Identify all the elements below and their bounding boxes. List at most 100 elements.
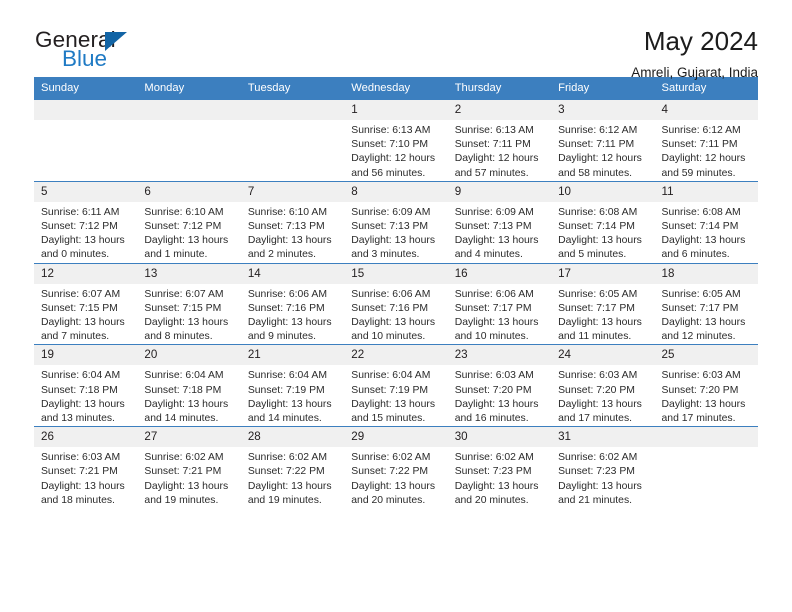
- day-sun-info: Sunrise: 6:06 AM Sunset: 7:17 PM Daylight:…: [448, 284, 551, 345]
- sunset-text: Sunset: 7:17 PM: [454, 302, 532, 314]
- calendar-day-cell[interactable]: 9 Sunrise: 6:09 AM Sunset: 7:13 PM Daylight…: [447, 180, 552, 264]
- calendar-day-cell[interactable]: 22 Sunrise: 6:04 AM Sunset: 7:19 PM Dayligh…: [344, 344, 448, 427]
- day-sun-info: Sunrise: 6:03 AM Sunset: 7:20 PM Daylight:…: [448, 365, 551, 426]
- calendar-day-cell[interactable]: 31 Sunrise: 6:02 AM Sunset: 7:23 PM Dayligh…: [551, 426, 655, 509]
- sunset-text: Sunset: 7:13 PM: [454, 221, 532, 233]
- calendar-day-cell[interactable]: 20 Sunrise: 6:04 AM Sunset: 7:18 PM Dayligh…: [137, 344, 241, 427]
- sunrise-text: Sunrise: 6:08 AM: [661, 206, 741, 218]
- day-sun-info: Sunrise: 6:09 AM Sunset: 7:13 PM Daylight:…: [448, 202, 551, 263]
- calendar-day-cell[interactable]: 16 Sunrise: 6:06 AM Sunset: 7:17 PM Dayligh…: [447, 262, 552, 345]
- day-number: 1: [344, 100, 448, 120]
- calendar-body: 1 Sunrise: 6:13 AM Sunset: 7:10 PM Daylight…: [34, 100, 758, 509]
- calendar-day-cell[interactable]: 26 Sunrise: 6:03 AM Sunset: 7:21 PM Dayligh…: [34, 426, 138, 509]
- calendar-day-cell[interactable]: 25 Sunrise: 6:03 AM Sunset: 7:20 PM Dayligh…: [654, 344, 758, 427]
- day-sun-info: Sunrise: 6:05 AM Sunset: 7:17 PM Daylight:…: [551, 284, 654, 345]
- calendar-day-cell[interactable]: 2 Sunrise: 6:13 AM Sunset: 7:11 PM Daylight…: [447, 100, 552, 182]
- sunrise-text: Sunrise: 6:06 AM: [247, 288, 327, 300]
- calendar-day-cell[interactable]: 1 Sunrise: 6:13 AM Sunset: 7:10 PM Daylight…: [344, 100, 448, 182]
- calendar-day-cell[interactable]: 10 Sunrise: 6:08 AM Sunset: 7:14 PM Dayligh…: [551, 180, 655, 264]
- calendar-day-cell[interactable]: 28 Sunrise: 6:02 AM Sunset: 7:22 PM Dayligh…: [240, 426, 345, 509]
- day-number: 30: [447, 427, 552, 448]
- sunset-text: Sunset: 7:17 PM: [558, 302, 635, 314]
- calendar-day-cell[interactable]: 5 Sunrise: 6:11 AM Sunset: 7:12 PM Daylight…: [34, 180, 138, 264]
- sunrise-text: Sunrise: 6:02 AM: [454, 452, 534, 464]
- calendar-day-cell[interactable]: 29 Sunrise: 6:02 AM Sunset: 7:22 PM Dayligh…: [344, 426, 448, 509]
- calendar-day-cell[interactable]: 30 Sunrise: 6:02 AM Sunset: 7:23 PM Dayligh…: [447, 426, 552, 509]
- calendar-table: Sunday Monday Tuesday Wednesday Thursday Frid…: [34, 77, 758, 509]
- brand-logo[interactable]: General Blue: [34, 26, 154, 74]
- sunrise-text: Sunrise: 6:09 AM: [454, 206, 534, 218]
- sunrise-text: Sunrise: 6:07 AM: [41, 288, 121, 300]
- sunrise-text: Sunrise: 6:10 AM: [144, 206, 224, 218]
- sunset-text: Sunset: 7:11 PM: [454, 139, 531, 151]
- sunrise-text: Sunrise: 6:06 AM: [454, 288, 534, 300]
- day-sun-info: Sunrise: 6:13 AM Sunset: 7:10 PM Daylight:…: [344, 120, 447, 181]
- daylight-text: Daylight: 13 hours and 20 minutes.: [351, 480, 436, 506]
- calendar-day-cell[interactable]: 18 Sunrise: 6:05 AM Sunset: 7:17 PM Dayligh…: [654, 262, 758, 345]
- daylight-text: Daylight: 13 hours and 19 minutes.: [247, 480, 332, 506]
- sunrise-text: Sunrise: 6:12 AM: [661, 125, 741, 136]
- page-header: General Blue May 2024 Amreli, Gujarat, I…: [34, 0, 758, 80]
- day-number: 6: [137, 181, 241, 202]
- daylight-text: Daylight: 13 hours and 3 minutes.: [351, 235, 436, 261]
- sunrise-text: Sunrise: 6:08 AM: [558, 206, 638, 218]
- day-number: 27: [137, 427, 241, 448]
- daylight-text: Daylight: 13 hours and 5 minutes.: [558, 235, 642, 261]
- calendar-day-cell[interactable]: 12 Sunrise: 6:07 AM Sunset: 7:15 PM Dayligh…: [34, 262, 138, 345]
- day-sun-info: Sunrise: 6:02 AM Sunset: 7:23 PM Daylight:…: [448, 447, 551, 508]
- daylight-text: Daylight: 12 hours and 56 minutes.: [351, 153, 436, 179]
- day-number: 31: [551, 427, 655, 448]
- day-sun-info: Sunrise: 6:08 AM Sunset: 7:14 PM Daylight:…: [655, 202, 758, 263]
- calendar-day-cell[interactable]: 19 Sunrise: 6:04 AM Sunset: 7:18 PM Dayligh…: [34, 344, 138, 427]
- daylight-text: Daylight: 13 hours and 15 minutes.: [351, 398, 436, 425]
- weekday-header-sunday: Sunday: [34, 77, 138, 100]
- day-sun-info: Sunrise: 6:08 AM Sunset: 7:14 PM Daylight:…: [551, 202, 654, 263]
- sunset-text: Sunset: 7:18 PM: [41, 384, 118, 396]
- day-number: 19: [34, 345, 138, 366]
- calendar-day-cell[interactable]: 3 Sunrise: 6:12 AM Sunset: 7:11 PM Daylight…: [551, 100, 655, 182]
- calendar-day-cell[interactable]: 8 Sunrise: 6:09 AM Sunset: 7:13 PM Daylight…: [344, 180, 448, 264]
- sunset-text: Sunset: 7:14 PM: [661, 221, 739, 233]
- sunrise-text: Sunrise: 6:06 AM: [351, 288, 431, 300]
- sunrise-text: Sunrise: 6:03 AM: [558, 370, 638, 382]
- calendar-day-cell[interactable]: 7 Sunrise: 6:10 AM Sunset: 7:13 PM Daylight…: [240, 180, 345, 264]
- sunset-text: Sunset: 7:19 PM: [351, 384, 429, 396]
- day-number: 17: [551, 263, 655, 284]
- calendar-day-cell[interactable]: 23 Sunrise: 6:03 AM Sunset: 7:20 PM Dayligh…: [447, 344, 552, 427]
- day-number: 2: [447, 100, 552, 120]
- daylight-text: Daylight: 12 hours and 59 minutes.: [661, 153, 746, 179]
- sunrise-text: Sunrise: 6:11 AM: [41, 206, 120, 218]
- calendar-week-row: 19 Sunrise: 6:04 AM Sunset: 7:18 PM Dayligh…: [34, 344, 758, 427]
- sunset-text: Sunset: 7:12 PM: [41, 221, 118, 233]
- daylight-text: Daylight: 13 hours and 0 minutes.: [41, 235, 125, 261]
- calendar-day-cell[interactable]: 11 Sunrise: 6:08 AM Sunset: 7:14 PM Dayligh…: [654, 180, 758, 264]
- calendar-page: General Blue May 2024 Amreli, Gujarat, I…: [0, 0, 792, 612]
- sunrise-text: Sunrise: 6:04 AM: [247, 370, 327, 382]
- calendar-day-cell[interactable]: 14 Sunrise: 6:06 AM Sunset: 7:16 PM Dayligh…: [240, 262, 345, 345]
- day-number: 22: [344, 345, 448, 366]
- sunrise-text: Sunrise: 6:03 AM: [41, 452, 121, 464]
- daylight-text: Daylight: 13 hours and 7 minutes.: [41, 317, 125, 343]
- sunset-text: Sunset: 7:23 PM: [454, 466, 532, 478]
- sunset-text: Sunset: 7:10 PM: [351, 139, 429, 151]
- calendar-day-cell[interactable]: 24 Sunrise: 6:03 AM Sunset: 7:20 PM Dayligh…: [551, 344, 655, 427]
- calendar-empty-cell: [137, 100, 241, 182]
- day-number: 3: [551, 100, 655, 120]
- sunset-text: Sunset: 7:13 PM: [247, 221, 325, 233]
- sunrise-text: Sunrise: 6:04 AM: [351, 370, 431, 382]
- day-number: 10: [551, 181, 655, 202]
- day-number: 21: [240, 345, 345, 366]
- daylight-text: Daylight: 13 hours and 6 minutes.: [661, 235, 746, 261]
- sunrise-text: Sunrise: 6:10 AM: [247, 206, 327, 218]
- calendar-day-cell[interactable]: 27 Sunrise: 6:02 AM Sunset: 7:21 PM Dayligh…: [137, 426, 241, 509]
- calendar-day-cell[interactable]: 21 Sunrise: 6:04 AM Sunset: 7:19 PM Dayligh…: [240, 344, 345, 427]
- day-sun-info: Sunrise: 6:04 AM Sunset: 7:19 PM Daylight:…: [344, 365, 447, 426]
- day-sun-info: Sunrise: 6:04 AM Sunset: 7:18 PM Daylight:…: [34, 365, 137, 426]
- calendar-day-cell[interactable]: 15 Sunrise: 6:06 AM Sunset: 7:16 PM Dayligh…: [344, 262, 448, 345]
- sunset-text: Sunset: 7:21 PM: [144, 466, 222, 478]
- calendar-day-cell[interactable]: 13 Sunrise: 6:07 AM Sunset: 7:15 PM Dayligh…: [137, 262, 241, 345]
- calendar-day-cell[interactable]: 6 Sunrise: 6:10 AM Sunset: 7:12 PM Daylight…: [137, 180, 241, 264]
- sunset-text: Sunset: 7:15 PM: [41, 302, 118, 314]
- calendar-day-cell[interactable]: 4 Sunrise: 6:12 AM Sunset: 7:11 PM Daylight…: [654, 100, 758, 182]
- calendar-day-cell[interactable]: 17 Sunrise: 6:05 AM Sunset: 7:17 PM Dayligh…: [551, 262, 655, 345]
